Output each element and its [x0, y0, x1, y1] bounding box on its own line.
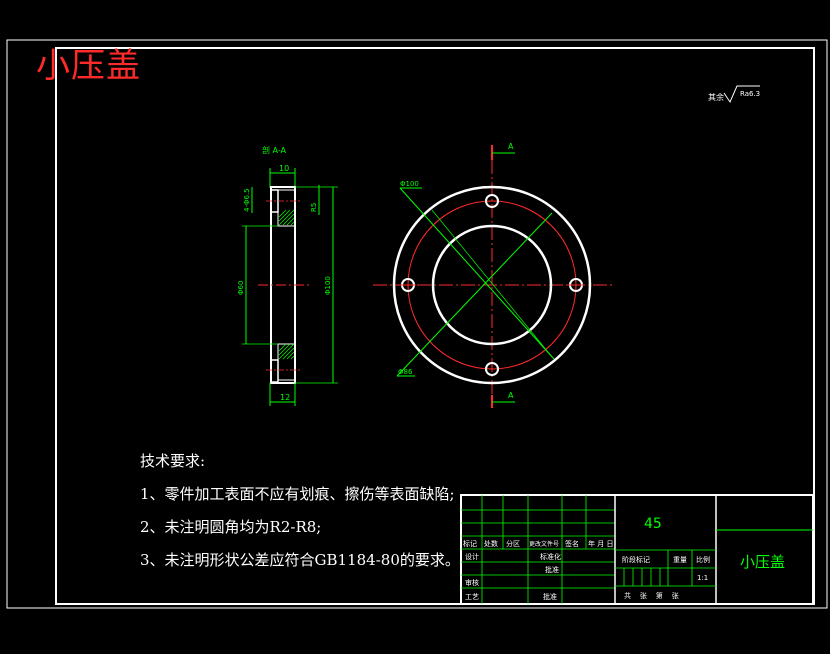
rev-h-1: 处数	[484, 539, 498, 548]
scale: 1:1	[697, 574, 708, 582]
roughness-symbol: 其余 Ra6.3	[708, 85, 760, 104]
section-label: 剖 A-A	[262, 145, 287, 155]
sheet-footer: 共 张 第 张	[624, 591, 679, 600]
rev-h-4: 签名	[565, 539, 579, 548]
dim-outer: Φ100	[324, 276, 332, 295]
roughness-prefix: 其余	[708, 92, 724, 102]
dim-top-width: 10	[279, 164, 289, 173]
dim-bore: Φ60	[237, 281, 245, 295]
big-title: 小压盖	[36, 46, 141, 86]
dim-bottom-width: 12	[280, 393, 290, 402]
rev-h-0: 标记	[463, 539, 477, 548]
note-item: 3、未注明形状公差应符合GB1184-80的要求。	[140, 551, 460, 569]
role-1: 审核	[465, 578, 479, 587]
section-marker-bottom: A	[508, 391, 514, 400]
dim-inner-ref: R5	[310, 203, 318, 212]
stage-h-0: 阶段标记	[622, 555, 650, 564]
dim-front-outer: Φ100	[400, 180, 419, 188]
front-view: A A Φ100 Φ86	[373, 142, 612, 408]
rev-h-2: 分区	[506, 539, 520, 548]
rev-h-3: 更改文件号	[529, 540, 559, 548]
note-item: 1、零件加工表面不应有划痕、擦伤等表面缺陷;	[140, 485, 455, 503]
standardization: 标准化	[540, 552, 561, 561]
role-2: 工艺	[465, 593, 479, 601]
notes-heading: 技术要求:	[140, 452, 206, 470]
section-marker-top: A	[508, 142, 514, 151]
dim-hole: 4-Φ6.5	[243, 188, 251, 212]
rev-h-5: 年 月 日	[588, 539, 613, 548]
material: 45	[644, 516, 662, 532]
role-0: 设计	[465, 552, 479, 561]
technical-requirements: 技术要求: 1、零件加工表面不应有划痕、擦伤等表面缺陷; 2、未注明圆角均为R2…	[140, 450, 460, 582]
approve-2: 批准	[543, 592, 557, 601]
stage-h-2: 比例	[696, 555, 710, 564]
dim-front-pcd: Φ86	[398, 368, 413, 376]
stage-h-1: 重量	[673, 556, 687, 564]
section-view: 剖 A-A 10 4-Φ6.5 Φ60 R5 Φ100 12	[237, 145, 338, 406]
roughness-value: Ra6.3	[740, 90, 760, 98]
note-item: 2、未注明圆角均为R2-R8;	[140, 518, 322, 536]
title-block: 45 小压盖 标记 处数 分区 更改文件号 签名 年 月 日 设计 审核 工艺 …	[460, 494, 814, 605]
part-name: 小压盖	[740, 553, 785, 571]
approve: 批准	[545, 565, 559, 574]
